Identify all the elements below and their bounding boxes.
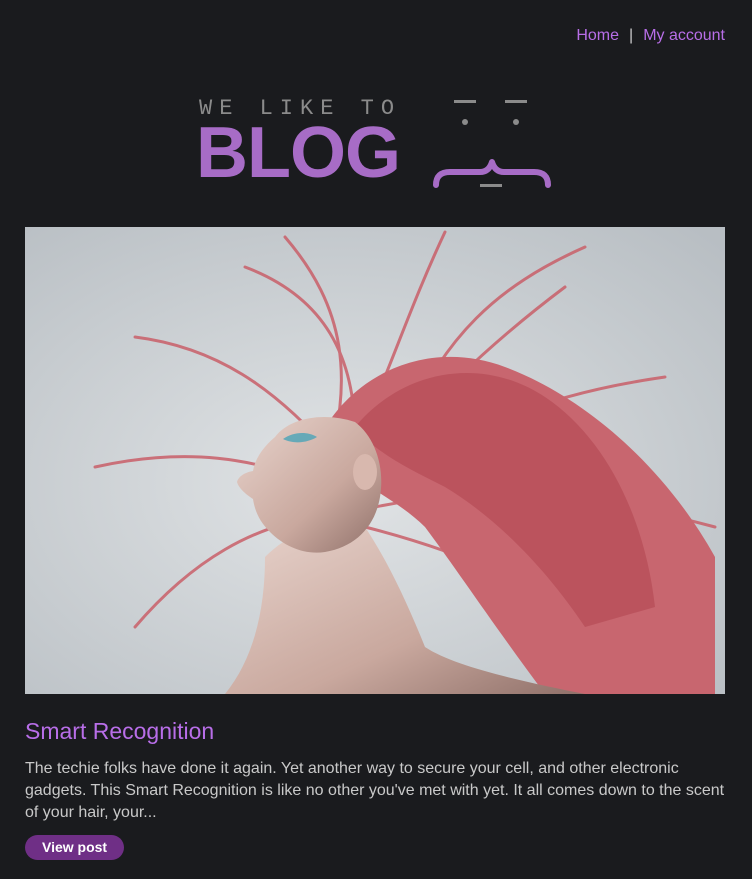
home-link[interactable]: Home xyxy=(576,27,619,45)
hero-image xyxy=(25,227,725,694)
nav-separator: | xyxy=(629,27,634,44)
post-excerpt: The techie folks have done it again. Yet… xyxy=(25,760,725,821)
logo-face-icon xyxy=(433,100,551,188)
top-navigation: Home | My account xyxy=(576,27,725,45)
post-title-link[interactable]: Smart Recognition xyxy=(25,718,214,745)
blog-page: Home | My account WE LIKE TO BLOG Smart … xyxy=(0,0,752,879)
logo-wordmark: BLOG xyxy=(196,113,401,193)
post-hero-image[interactable] xyxy=(25,227,725,694)
site-logo[interactable]: WE LIKE TO BLOG xyxy=(196,93,556,193)
my-account-link[interactable]: My account xyxy=(643,27,725,45)
view-post-button[interactable]: View post xyxy=(25,835,125,860)
